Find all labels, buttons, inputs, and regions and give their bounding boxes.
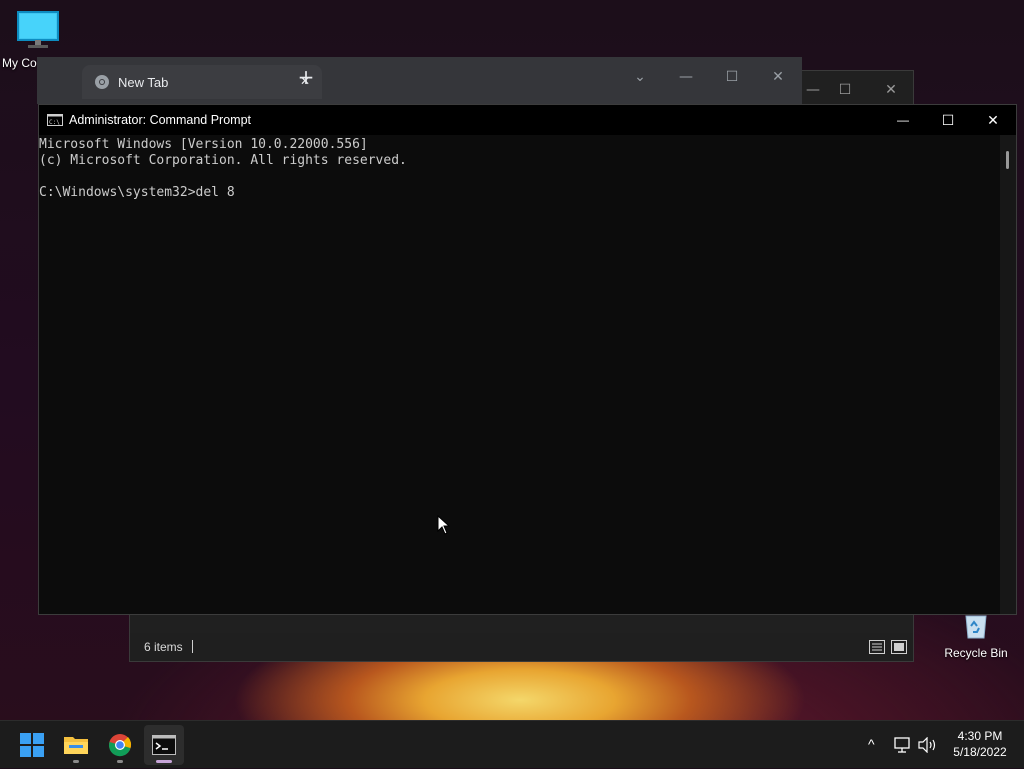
cmd-close-button[interactable]: ✕ (970, 105, 1016, 135)
chrome-icon (95, 75, 109, 89)
svg-text:C:\: C:\ (49, 119, 60, 126)
explorer-status-bar: 6 items (130, 633, 913, 661)
explorer-maximize-button[interactable]: ☐ (822, 77, 868, 103)
browser-maximize-button[interactable]: ☐ (709, 63, 755, 91)
folder-icon (64, 737, 88, 754)
cmd-title: Administrator: Command Prompt (69, 113, 252, 127)
cmd-app-icon: C:\ (47, 114, 63, 126)
running-indicator (73, 760, 79, 763)
tray-overflow-chevron-icon[interactable]: ^ (868, 736, 875, 752)
console-line: Microsoft Windows [Version 10.0.22000.55… (39, 137, 368, 152)
item-count-text: 6 items (144, 640, 183, 654)
monitor-icon (17, 11, 59, 48)
chrome-icon (108, 734, 132, 757)
details-view-icon[interactable] (869, 640, 885, 654)
system-tray: ^ 4:30 PM 5/18/2022 (860, 721, 1024, 769)
chrome-window: New Tab ✕ + ⌄ — ☐ ✕ (37, 57, 802, 104)
desktop-icon-recycle-bin[interactable]: Recycle Bin (936, 610, 1016, 660)
taskbar-chrome[interactable] (100, 725, 140, 765)
browser-close-button[interactable]: ✕ (755, 63, 801, 91)
taskbar-command-prompt[interactable] (144, 725, 184, 765)
terminal-icon (152, 735, 176, 755)
new-tab-button[interactable]: + (283, 63, 329, 91)
large-icons-view-icon[interactable] (891, 640, 907, 654)
console-output[interactable]: Microsoft Windows [Version 10.0.22000.55… (39, 135, 1000, 614)
cmd-titlebar[interactable]: C:\ Administrator: Command Prompt — ☐ ✕ (39, 105, 1016, 135)
start-button[interactable] (12, 725, 52, 765)
clock-time: 4:30 PM (957, 729, 1003, 743)
active-indicator (156, 760, 172, 763)
volume-icon[interactable] (918, 737, 938, 753)
clock-date: 5/18/2022 (953, 745, 1007, 759)
explorer-close-button[interactable]: ✕ (868, 77, 914, 103)
console-line: (c) Microsoft Corporation. All rights re… (39, 153, 407, 168)
network-icon[interactable] (894, 737, 912, 753)
browser-minimize-button[interactable]: — (663, 63, 709, 91)
tab-title: New Tab (118, 75, 169, 90)
desktop-icon-label: Recycle Bin (944, 646, 1008, 660)
mouse-cursor-icon (437, 515, 451, 535)
scrollbar-thumb[interactable] (1006, 151, 1009, 169)
status-divider (192, 640, 193, 653)
tab-search-chevron-icon[interactable]: ⌄ (617, 63, 663, 91)
running-indicator (117, 760, 123, 763)
clock[interactable]: 4:30 PM 5/18/2022 (948, 729, 1012, 759)
cmd-minimize-button[interactable]: — (880, 105, 926, 135)
cmd-scrollbar[interactable] (1000, 135, 1016, 614)
taskbar: ^ 4:30 PM 5/18/2022 (0, 720, 1024, 768)
cmd-maximize-button[interactable]: ☐ (925, 105, 971, 135)
console-prompt-line: C:\Windows\system32>del 8 (39, 185, 235, 200)
command-prompt-window: C:\ Administrator: Command Prompt — ☐ ✕ … (38, 104, 1017, 615)
taskbar-file-explorer[interactable] (56, 725, 96, 765)
windows-start-icon (20, 733, 44, 757)
